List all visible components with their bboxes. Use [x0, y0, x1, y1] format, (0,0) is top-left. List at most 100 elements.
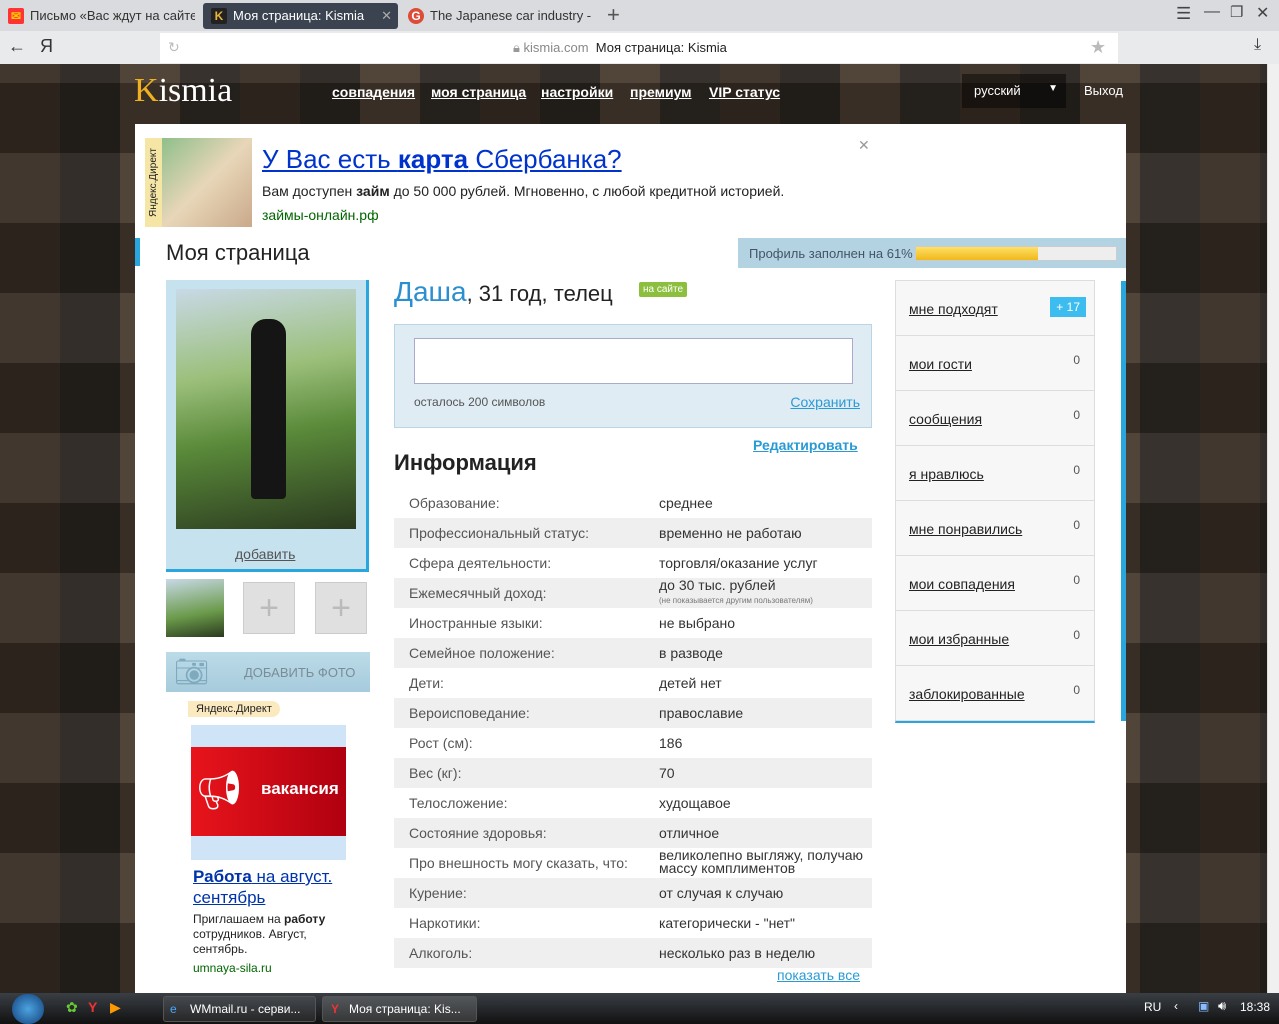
sidebar-item[interactable]: мне подходят + 17 [896, 281, 1094, 336]
sidebar-item[interactable]: мои совпадения 0 [896, 556, 1094, 611]
menu-icon[interactable]: ☰ [1176, 4, 1191, 24]
info-value: среднее [659, 495, 713, 511]
sidebar-item-label[interactable]: сообщения [909, 411, 982, 427]
online-badge: на сайте [639, 282, 688, 297]
sidebar-item-label[interactable]: мои совпадения [909, 576, 1015, 592]
sidebar-item-label[interactable]: мне подходят [909, 301, 998, 317]
sidebar-item[interactable]: заблокированные 0 [896, 666, 1094, 721]
ad-image[interactable] [162, 138, 252, 227]
info-row: Курение: от случая к случаю [394, 878, 872, 908]
clock[interactable]: 18:38 [1240, 1000, 1270, 1014]
sidebar-item-label[interactable]: мои избранные [909, 631, 1009, 647]
network-icon[interactable]: ▣ [1198, 999, 1209, 1013]
info-row: Наркотики: категорически - "нет" [394, 908, 872, 938]
photo-thumbnail[interactable] [166, 579, 224, 637]
show-all-link[interactable]: показать все [777, 967, 860, 983]
profile-progress-bar [915, 246, 1117, 261]
sidebar-item[interactable]: я нравлюсь 0 [896, 446, 1094, 501]
ad-left-title-bold: Работа [193, 867, 252, 886]
sidebar-item-label[interactable]: заблокированные [909, 686, 1025, 702]
info-label: Наркотики: [409, 915, 481, 931]
info-value: в разводе [659, 645, 723, 661]
info-row: Иностранные языки: не выбрано [394, 608, 872, 638]
language-value: русский [974, 83, 1021, 98]
edit-link[interactable]: Редактировать [753, 437, 858, 453]
main-photo[interactable] [176, 289, 356, 529]
info-value: временно не работаю [659, 525, 802, 541]
add-photo-slot-plus-icon[interactable]: + [315, 582, 367, 634]
tab-mail[interactable]: ✉ Письмо «Вас ждут на сайте [0, 3, 195, 29]
bookmark-star-icon[interactable]: ★ [1090, 37, 1106, 58]
add-photo-link[interactable]: добавить [235, 546, 295, 562]
info-label: Курение: [409, 885, 467, 901]
reload-icon[interactable]: ↻ [168, 39, 180, 56]
taskbar-item-wmmail[interactable]: e WMmail.ru - серви... [163, 996, 316, 1022]
ad-title[interactable]: У Вас есть карта Сбербанка? [262, 144, 622, 175]
sidebar-item-label[interactable]: мне понравились [909, 521, 1022, 537]
sidebar-item[interactable]: сообщения 0 [896, 391, 1094, 446]
volume-icon[interactable]: 🔊︎ [1218, 998, 1226, 1014]
mail-icon: ✉ [8, 8, 24, 24]
ad-left-title[interactable]: Работа на август. сентябрь [193, 866, 353, 908]
nav-settings[interactable]: настройки [541, 84, 613, 100]
tab-google[interactable]: G The Japanese car industry - [400, 3, 600, 29]
new-tab-button[interactable]: + [607, 2, 620, 28]
restore-icon[interactable]: ❐ [1230, 3, 1243, 21]
browser-tab-bar: ✉ Письмо «Вас ждут на сайте K Моя страница… [0, 0, 1279, 31]
info-label: Состояние здоровья: [409, 825, 547, 841]
taskbar-item-kismia[interactable]: Y Моя страница: Kis... [322, 996, 477, 1022]
minimize-icon[interactable]: — [1204, 3, 1220, 21]
kismia-logo[interactable]: Kismia [134, 72, 232, 110]
char-counter: осталось 200 символов [414, 395, 546, 409]
status-input[interactable] [414, 338, 853, 384]
info-label: Алкоголь: [409, 945, 473, 961]
sidebar-item[interactable]: мне понравились 0 [896, 501, 1094, 556]
back-icon[interactable]: ← [8, 36, 26, 57]
sidebar-item[interactable]: мои гости 0 [896, 336, 1094, 391]
nav-matches[interactable]: совпадения [332, 84, 415, 100]
add-photo-button[interactable]: 📷︎ ДОБАВИТЬ ФОТО [166, 652, 370, 692]
scrollbar[interactable] [1267, 64, 1279, 993]
ad-left-url[interactable]: umnaya-sila.ru [193, 961, 272, 975]
main-photo-box: добавить [166, 280, 369, 572]
nav-premium[interactable]: премиум [630, 84, 692, 100]
yandex-browser-icon[interactable]: Y [88, 999, 97, 1015]
tab-kismia[interactable]: K Моя страница: Kismia ✕ [203, 3, 398, 29]
info-label: Дети: [409, 675, 444, 691]
info-value: до 30 тыс. рублей [659, 577, 776, 593]
close-tab-icon[interactable]: ✕ [381, 3, 392, 29]
ad-url[interactable]: займы-онлайн.рф [262, 207, 379, 223]
nav-my-page[interactable]: моя страница [431, 84, 526, 100]
ad-text-part: Приглашаем на [193, 912, 284, 926]
save-button[interactable]: Сохранить [790, 394, 860, 410]
close-ad-icon[interactable]: ✕ [858, 137, 870, 154]
ad-banner[interactable]: 📢︎ вакансия [191, 725, 346, 860]
media-player-icon[interactable]: ▶ [110, 999, 121, 1016]
yandex-icon[interactable]: Я [40, 36, 53, 57]
url-field[interactable]: ↻ 🔒︎ kismia.com Моя страница: Kismia ★ [160, 33, 1118, 63]
icq-icon[interactable]: ✿ [66, 999, 78, 1016]
url-domain: kismia.com [523, 40, 589, 55]
download-icon[interactable]: ⤓ [1254, 36, 1261, 54]
sidebar-item-count: 0 [1073, 353, 1080, 367]
close-window-icon[interactable]: ✕ [1256, 3, 1269, 23]
info-row: Состояние здоровья: отличное [394, 818, 872, 848]
sidebar-item-count: 0 [1073, 683, 1080, 697]
sidebar-item-label[interactable]: я нравлюсь [909, 466, 984, 482]
tab-label: The Japanese car industry - [430, 8, 592, 23]
info-row: Алкоголь: несколько раз в неделю [394, 938, 872, 968]
tray-expand-icon[interactable]: ‹ [1174, 999, 1178, 1013]
tab-label: Моя страница: Kismia [233, 8, 365, 23]
nav-vip[interactable]: VIP статус [709, 84, 780, 100]
info-value: худощавое [659, 795, 731, 811]
language-select[interactable]: русский ▼ [962, 74, 1066, 108]
add-photo-slot-plus-icon[interactable]: + [243, 582, 295, 634]
logout-link[interactable]: Выход [1084, 83, 1123, 98]
ad-text-part: сотрудников. Август, сентябрь. [193, 927, 307, 956]
start-button-icon[interactable] [12, 994, 44, 1024]
language-indicator[interactable]: RU [1144, 1000, 1161, 1014]
info-value: 186 [659, 735, 683, 751]
info-label: Рост (см): [409, 735, 473, 751]
sidebar-item-label[interactable]: мои гости [909, 356, 972, 372]
sidebar-item[interactable]: мои избранные 0 [896, 611, 1094, 666]
